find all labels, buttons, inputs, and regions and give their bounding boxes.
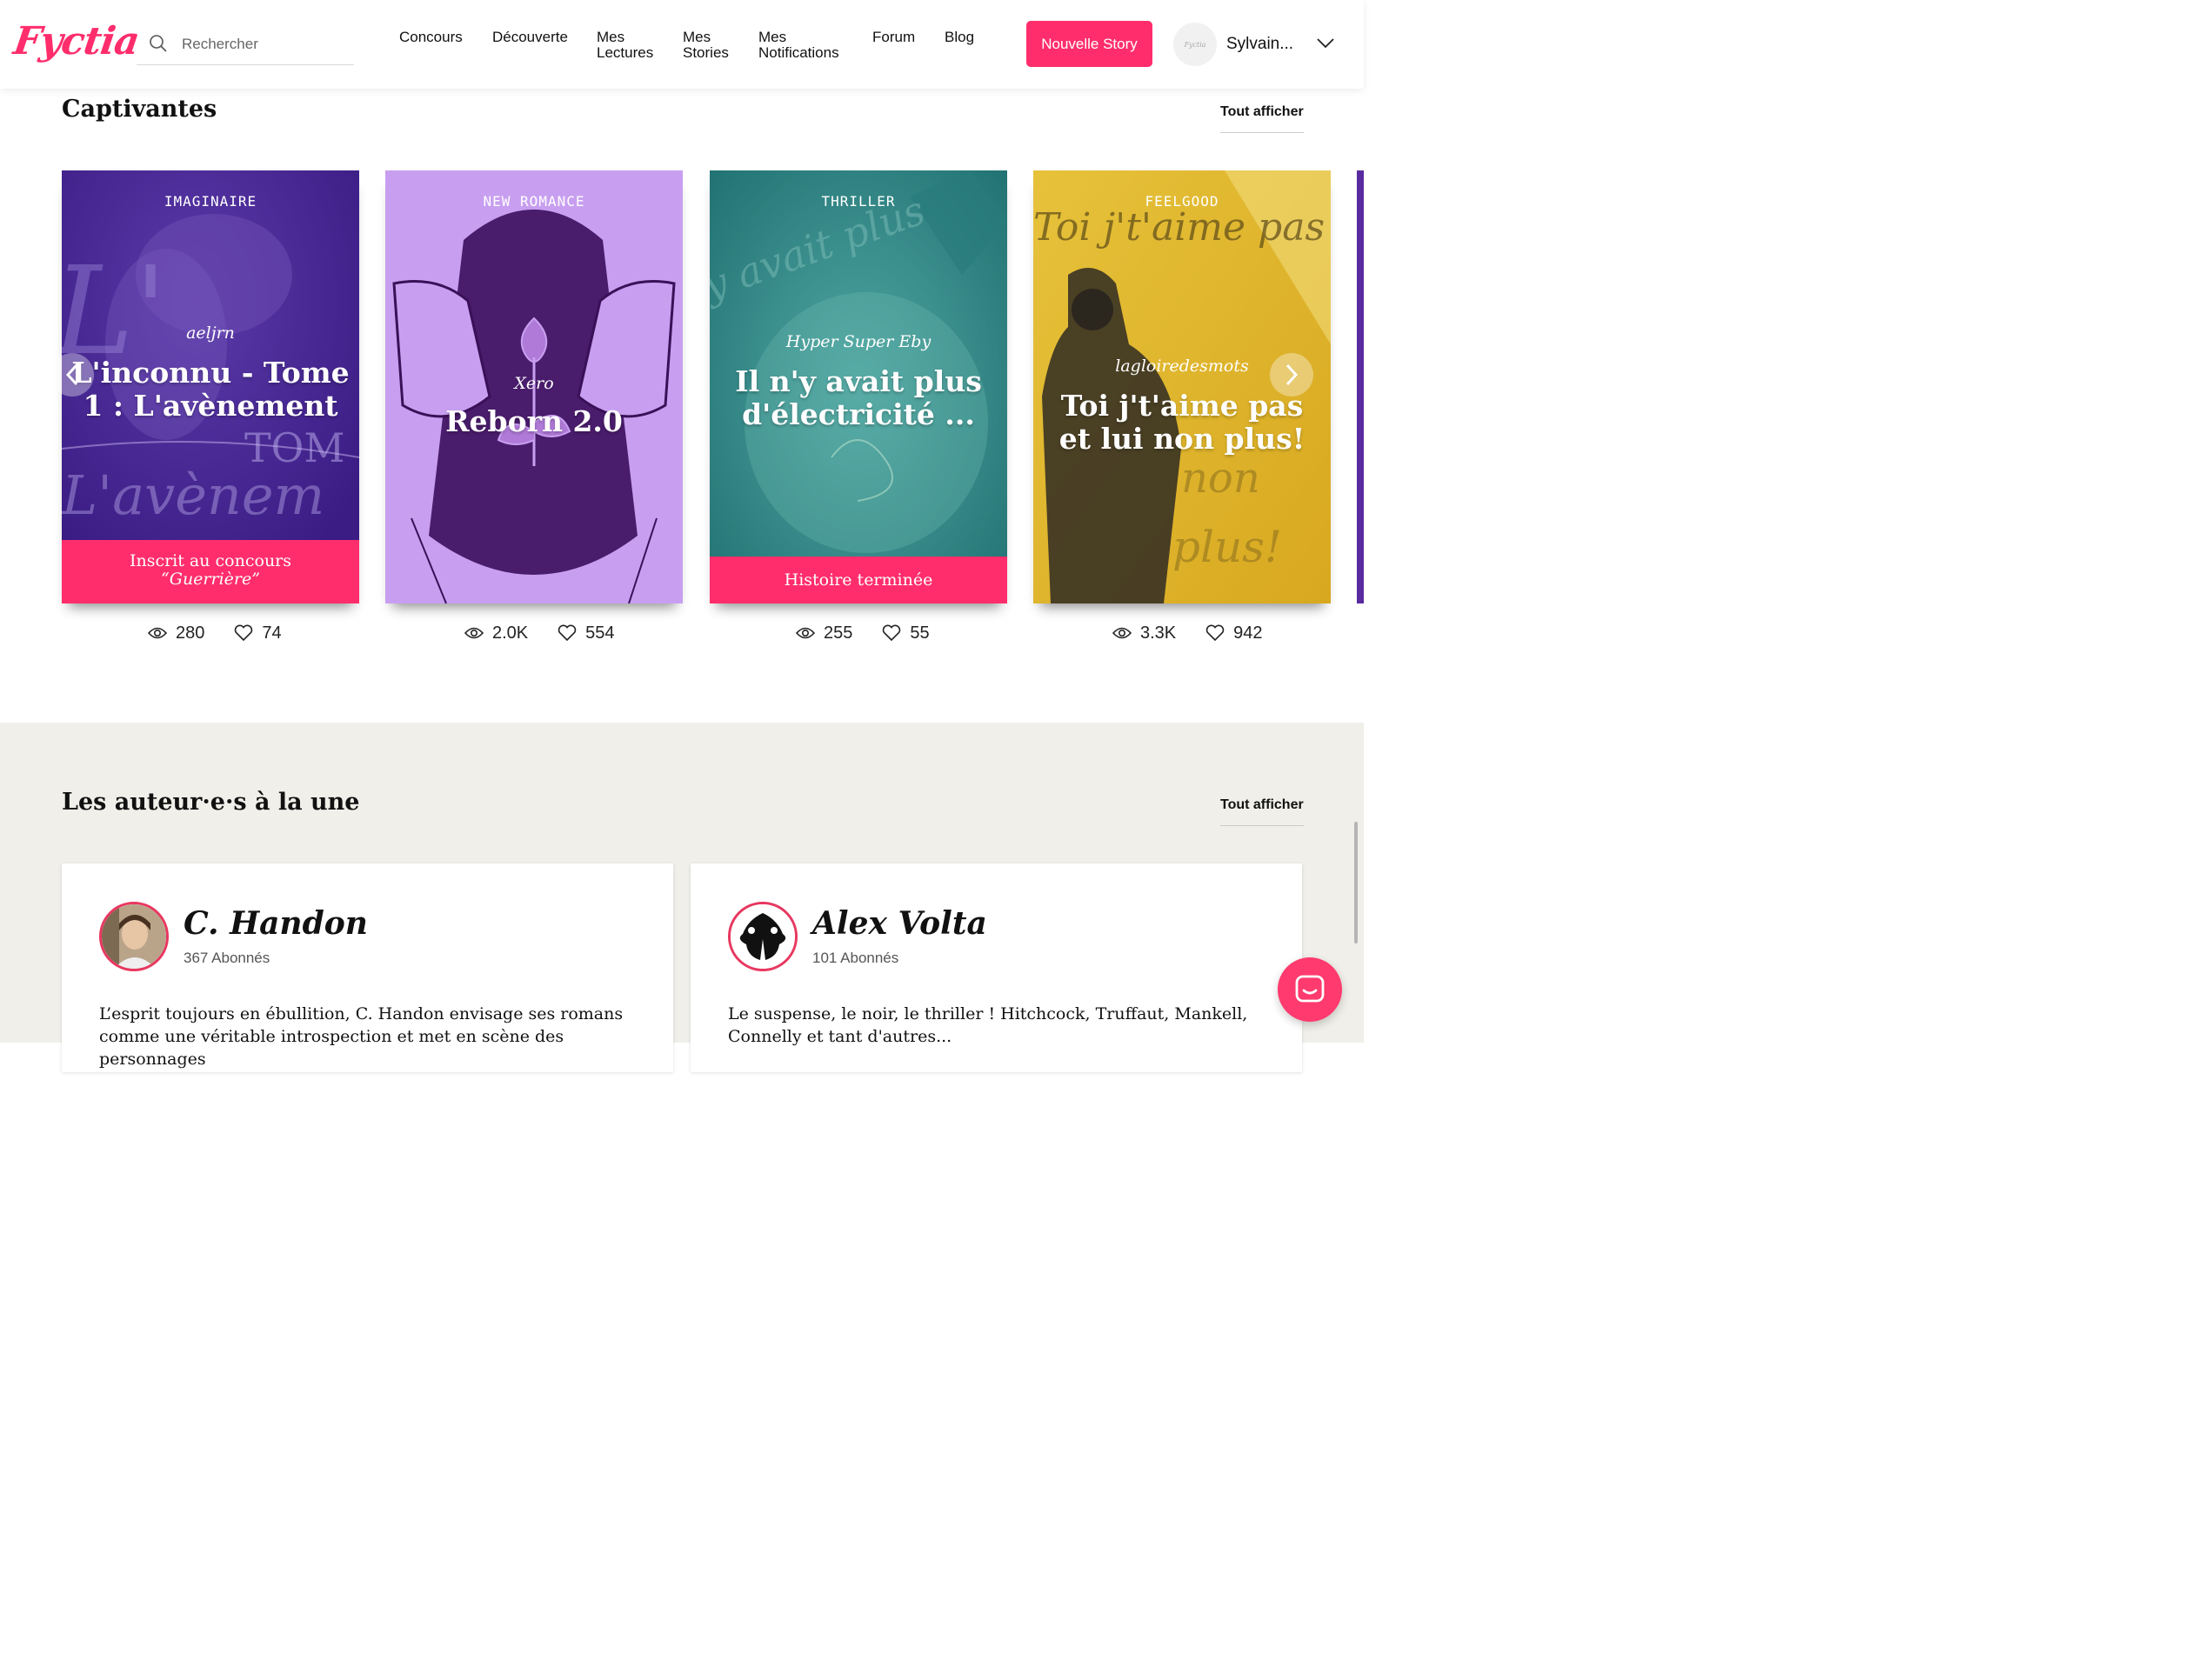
story-stats: 3.3K 942	[1112, 621, 1263, 645]
story-author[interactable]: Xero	[385, 374, 683, 393]
eye-icon	[148, 627, 167, 639]
genre-label: THRILLER	[821, 193, 896, 210]
genre-label: FEELGOOD	[1145, 193, 1219, 210]
svg-text:plus!: plus!	[1172, 522, 1282, 572]
contest-banner: Inscrit au concours “Guerrière”	[62, 540, 359, 603]
user-name[interactable]: Sylvain...	[1226, 35, 1293, 54]
story-card[interactable]: L' TOM L'avènem IMAGINAIRE aeljrn L'inco…	[62, 170, 359, 603]
story-title[interactable]: Toi j't'aime pas et lui non plus!	[1042, 390, 1322, 456]
next-card-peek[interactable]	[1357, 170, 1364, 603]
view-count: 255	[824, 623, 853, 643]
author-photo	[731, 904, 795, 969]
eye-icon	[464, 627, 484, 639]
like-count: 55	[910, 623, 930, 643]
eye-icon	[796, 627, 815, 639]
heart-icon[interactable]	[558, 624, 577, 642]
eye-icon	[1112, 627, 1132, 639]
contest-name: “Guerrière”	[161, 570, 260, 589]
genre-label: NEW ROMANCE	[483, 193, 585, 210]
nav-mes-lectures[interactable]: Mes Lectures	[597, 30, 658, 61]
story-title[interactable]: Reborn 2.0	[394, 405, 674, 438]
section-title-authors: Les auteur·e·s à la une	[62, 789, 360, 816]
new-story-button[interactable]: Nouvelle Story	[1026, 21, 1152, 67]
chat-button[interactable]	[1278, 957, 1342, 1022]
search-bar	[137, 26, 354, 65]
fyctia-logo[interactable]: Fyctia	[10, 19, 141, 63]
story-stats: 2.0K 554	[464, 621, 615, 645]
see-all-captivantes[interactable]: Tout afficher	[1220, 104, 1304, 133]
story-card[interactable]: y avait plus THRILLER Hyper Super Eby Il…	[710, 170, 1007, 603]
like-count: 942	[1233, 623, 1263, 643]
story-stats: 255 55	[796, 621, 930, 645]
author-bio: Le suspense, le noir, le thriller ! Hitc…	[728, 1004, 1248, 1046]
view-count: 3.3K	[1140, 623, 1177, 643]
chevron-down-icon[interactable]	[1316, 37, 1335, 50]
author-name[interactable]: C. Handon	[184, 905, 368, 942]
follower-count: 101 Abonnés	[812, 950, 899, 966]
search-input[interactable]	[180, 31, 349, 57]
author-card[interactable]: C. Handon 367 Abonnés L’esprit toujours …	[62, 863, 673, 1072]
author-card[interactable]: Alex Volta 101 Abonnés Le suspense, le n…	[691, 863, 1302, 1072]
genre-label: IMAGINAIRE	[164, 193, 257, 210]
heart-icon[interactable]	[1205, 624, 1225, 642]
see-all-authors[interactable]: Tout afficher	[1220, 797, 1304, 826]
story-stats: 280 74	[148, 621, 282, 645]
nav-mes-stories[interactable]: Mes Stories	[683, 30, 735, 61]
chevron-right-icon	[1285, 363, 1299, 386]
author-name[interactable]: Alex Volta	[812, 905, 987, 942]
search-icon	[150, 35, 167, 52]
author-photo	[102, 904, 166, 969]
nav-mes-notifications[interactable]: Mes Notifications	[758, 30, 845, 61]
view-count: 280	[176, 623, 205, 643]
story-author[interactable]: aeljrn	[62, 323, 359, 343]
user-avatar[interactable]: Fyctia	[1173, 23, 1217, 66]
banner-line: Inscrit au concours	[129, 551, 292, 570]
section-title-captivantes: Captivantes	[62, 96, 217, 123]
heart-icon[interactable]	[234, 624, 253, 642]
carousel-prev-button[interactable]	[50, 353, 94, 397]
top-header: Fyctia Concours Découverte Mes Lectures …	[0, 0, 1364, 89]
heart-icon[interactable]	[882, 624, 901, 642]
status-banner: Histoire terminée	[710, 557, 1007, 603]
author-avatar[interactable]	[728, 902, 798, 971]
svg-text:non: non	[1181, 454, 1260, 503]
nav-decouverte[interactable]: Découverte	[492, 30, 588, 45]
page-scrollbar[interactable]	[1354, 822, 1358, 943]
carousel-next-button[interactable]	[1270, 353, 1313, 397]
svg-text:L'avènem: L'avènem	[62, 463, 324, 527]
author-avatar[interactable]	[99, 902, 169, 971]
nav-concours[interactable]: Concours	[399, 30, 495, 45]
story-title[interactable]: L'inconnu - Tome 1 : L'avènement	[70, 357, 351, 423]
story-title[interactable]: Il n'y avait plus d'électricité ...	[718, 365, 998, 431]
view-count: 2.0K	[492, 623, 529, 643]
chevron-left-icon	[65, 363, 78, 386]
avatar-logo-text: Fyctia	[1184, 40, 1206, 49]
like-count: 554	[585, 623, 615, 643]
svg-text:Toi j't'aime pas: Toi j't'aime pas	[1033, 205, 1325, 250]
follower-count: 367 Abonnés	[184, 950, 270, 966]
story-card[interactable]: NEW ROMANCE Xero Reborn 2.0	[385, 170, 683, 603]
chat-icon	[1295, 975, 1325, 1003]
story-author[interactable]: Hyper Super Eby	[710, 332, 1007, 351]
author-bio: L’esprit toujours en ébullition, C. Hand…	[99, 1004, 624, 1069]
like-count: 74	[262, 623, 282, 643]
